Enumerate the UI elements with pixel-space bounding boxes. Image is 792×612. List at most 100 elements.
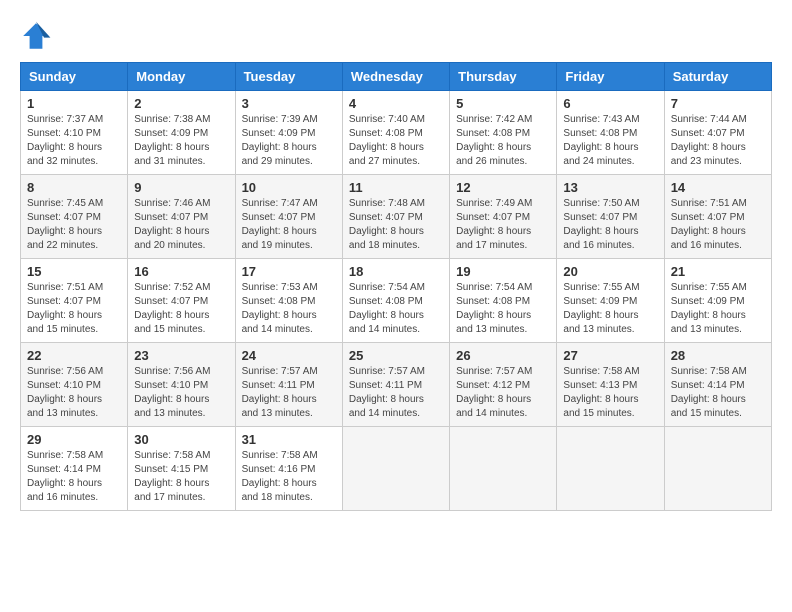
day-info: Sunrise: 7:40 AMSunset: 4:08 PMDaylight:… [349, 114, 425, 167]
calendar-cell [342, 427, 449, 511]
day-number: 16 [134, 264, 228, 279]
day-info: Sunrise: 7:54 AMSunset: 4:08 PMDaylight:… [456, 282, 532, 335]
day-number: 3 [242, 96, 336, 111]
day-info: Sunrise: 7:58 AMSunset: 4:13 PMDaylight:… [563, 366, 639, 419]
calendar-cell: 18 Sunrise: 7:54 AMSunset: 4:08 PMDaylig… [342, 259, 449, 343]
day-number: 4 [349, 96, 443, 111]
weekday-header-saturday: Saturday [664, 63, 771, 91]
day-number: 2 [134, 96, 228, 111]
calendar-cell: 16 Sunrise: 7:52 AMSunset: 4:07 PMDaylig… [128, 259, 235, 343]
day-info: Sunrise: 7:39 AMSunset: 4:09 PMDaylight:… [242, 114, 318, 167]
calendar-cell: 7 Sunrise: 7:44 AMSunset: 4:07 PMDayligh… [664, 91, 771, 175]
calendar-cell: 19 Sunrise: 7:54 AMSunset: 4:08 PMDaylig… [450, 259, 557, 343]
calendar-cell: 28 Sunrise: 7:58 AMSunset: 4:14 PMDaylig… [664, 343, 771, 427]
day-info: Sunrise: 7:37 AMSunset: 4:10 PMDaylight:… [27, 114, 103, 167]
day-number: 5 [456, 96, 550, 111]
day-info: Sunrise: 7:57 AMSunset: 4:12 PMDaylight:… [456, 366, 532, 419]
day-number: 23 [134, 348, 228, 363]
day-number: 14 [671, 180, 765, 195]
day-number: 28 [671, 348, 765, 363]
day-info: Sunrise: 7:58 AMSunset: 4:14 PMDaylight:… [671, 366, 747, 419]
day-number: 9 [134, 180, 228, 195]
calendar-cell: 25 Sunrise: 7:57 AMSunset: 4:11 PMDaylig… [342, 343, 449, 427]
weekday-header-sunday: Sunday [21, 63, 128, 91]
calendar-cell [557, 427, 664, 511]
day-number: 1 [27, 96, 121, 111]
day-number: 24 [242, 348, 336, 363]
calendar-cell: 23 Sunrise: 7:56 AMSunset: 4:10 PMDaylig… [128, 343, 235, 427]
day-info: Sunrise: 7:45 AMSunset: 4:07 PMDaylight:… [27, 198, 103, 251]
day-number: 6 [563, 96, 657, 111]
calendar-cell [664, 427, 771, 511]
day-info: Sunrise: 7:47 AMSunset: 4:07 PMDaylight:… [242, 198, 318, 251]
day-number: 8 [27, 180, 121, 195]
weekday-header-monday: Monday [128, 63, 235, 91]
week-row-4: 22 Sunrise: 7:56 AMSunset: 4:10 PMDaylig… [21, 343, 772, 427]
calendar-cell: 26 Sunrise: 7:57 AMSunset: 4:12 PMDaylig… [450, 343, 557, 427]
day-number: 13 [563, 180, 657, 195]
day-number: 31 [242, 432, 336, 447]
day-number: 26 [456, 348, 550, 363]
day-info: Sunrise: 7:42 AMSunset: 4:08 PMDaylight:… [456, 114, 532, 167]
day-number: 21 [671, 264, 765, 279]
week-row-2: 8 Sunrise: 7:45 AMSunset: 4:07 PMDayligh… [21, 175, 772, 259]
week-row-3: 15 Sunrise: 7:51 AMSunset: 4:07 PMDaylig… [21, 259, 772, 343]
header [20, 20, 772, 52]
day-number: 10 [242, 180, 336, 195]
calendar-cell: 3 Sunrise: 7:39 AMSunset: 4:09 PMDayligh… [235, 91, 342, 175]
day-number: 30 [134, 432, 228, 447]
calendar-cell [450, 427, 557, 511]
day-number: 7 [671, 96, 765, 111]
calendar-cell: 10 Sunrise: 7:47 AMSunset: 4:07 PMDaylig… [235, 175, 342, 259]
weekday-header-friday: Friday [557, 63, 664, 91]
calendar-cell: 11 Sunrise: 7:48 AMSunset: 4:07 PMDaylig… [342, 175, 449, 259]
day-info: Sunrise: 7:56 AMSunset: 4:10 PMDaylight:… [27, 366, 103, 419]
calendar-cell: 2 Sunrise: 7:38 AMSunset: 4:09 PMDayligh… [128, 91, 235, 175]
day-info: Sunrise: 7:57 AMSunset: 4:11 PMDaylight:… [349, 366, 425, 419]
weekday-header-wednesday: Wednesday [342, 63, 449, 91]
calendar-cell: 4 Sunrise: 7:40 AMSunset: 4:08 PMDayligh… [342, 91, 449, 175]
weekday-header-thursday: Thursday [450, 63, 557, 91]
day-info: Sunrise: 7:52 AMSunset: 4:07 PMDaylight:… [134, 282, 210, 335]
day-number: 25 [349, 348, 443, 363]
week-row-5: 29 Sunrise: 7:58 AMSunset: 4:14 PMDaylig… [21, 427, 772, 511]
day-info: Sunrise: 7:43 AMSunset: 4:08 PMDaylight:… [563, 114, 639, 167]
calendar-cell: 21 Sunrise: 7:55 AMSunset: 4:09 PMDaylig… [664, 259, 771, 343]
day-info: Sunrise: 7:55 AMSunset: 4:09 PMDaylight:… [563, 282, 639, 335]
calendar-cell: 30 Sunrise: 7:58 AMSunset: 4:15 PMDaylig… [128, 427, 235, 511]
day-info: Sunrise: 7:57 AMSunset: 4:11 PMDaylight:… [242, 366, 318, 419]
logo [20, 20, 56, 52]
day-info: Sunrise: 7:51 AMSunset: 4:07 PMDaylight:… [671, 198, 747, 251]
weekday-header-tuesday: Tuesday [235, 63, 342, 91]
day-info: Sunrise: 7:58 AMSunset: 4:16 PMDaylight:… [242, 450, 318, 503]
calendar-cell: 31 Sunrise: 7:58 AMSunset: 4:16 PMDaylig… [235, 427, 342, 511]
day-number: 19 [456, 264, 550, 279]
weekday-header-row: SundayMondayTuesdayWednesdayThursdayFrid… [21, 63, 772, 91]
calendar: SundayMondayTuesdayWednesdayThursdayFrid… [20, 62, 772, 511]
day-number: 20 [563, 264, 657, 279]
day-info: Sunrise: 7:50 AMSunset: 4:07 PMDaylight:… [563, 198, 639, 251]
calendar-cell: 13 Sunrise: 7:50 AMSunset: 4:07 PMDaylig… [557, 175, 664, 259]
calendar-cell: 24 Sunrise: 7:57 AMSunset: 4:11 PMDaylig… [235, 343, 342, 427]
day-number: 15 [27, 264, 121, 279]
calendar-cell: 29 Sunrise: 7:58 AMSunset: 4:14 PMDaylig… [21, 427, 128, 511]
calendar-cell: 9 Sunrise: 7:46 AMSunset: 4:07 PMDayligh… [128, 175, 235, 259]
day-number: 12 [456, 180, 550, 195]
calendar-cell: 12 Sunrise: 7:49 AMSunset: 4:07 PMDaylig… [450, 175, 557, 259]
calendar-cell: 5 Sunrise: 7:42 AMSunset: 4:08 PMDayligh… [450, 91, 557, 175]
day-info: Sunrise: 7:46 AMSunset: 4:07 PMDaylight:… [134, 198, 210, 251]
day-info: Sunrise: 7:48 AMSunset: 4:07 PMDaylight:… [349, 198, 425, 251]
day-info: Sunrise: 7:53 AMSunset: 4:08 PMDaylight:… [242, 282, 318, 335]
day-info: Sunrise: 7:58 AMSunset: 4:14 PMDaylight:… [27, 450, 103, 503]
day-info: Sunrise: 7:44 AMSunset: 4:07 PMDaylight:… [671, 114, 747, 167]
day-info: Sunrise: 7:51 AMSunset: 4:07 PMDaylight:… [27, 282, 103, 335]
calendar-cell: 20 Sunrise: 7:55 AMSunset: 4:09 PMDaylig… [557, 259, 664, 343]
calendar-cell: 8 Sunrise: 7:45 AMSunset: 4:07 PMDayligh… [21, 175, 128, 259]
day-info: Sunrise: 7:55 AMSunset: 4:09 PMDaylight:… [671, 282, 747, 335]
day-info: Sunrise: 7:54 AMSunset: 4:08 PMDaylight:… [349, 282, 425, 335]
calendar-cell: 15 Sunrise: 7:51 AMSunset: 4:07 PMDaylig… [21, 259, 128, 343]
calendar-cell: 22 Sunrise: 7:56 AMSunset: 4:10 PMDaylig… [21, 343, 128, 427]
calendar-cell: 17 Sunrise: 7:53 AMSunset: 4:08 PMDaylig… [235, 259, 342, 343]
day-info: Sunrise: 7:58 AMSunset: 4:15 PMDaylight:… [134, 450, 210, 503]
day-number: 17 [242, 264, 336, 279]
